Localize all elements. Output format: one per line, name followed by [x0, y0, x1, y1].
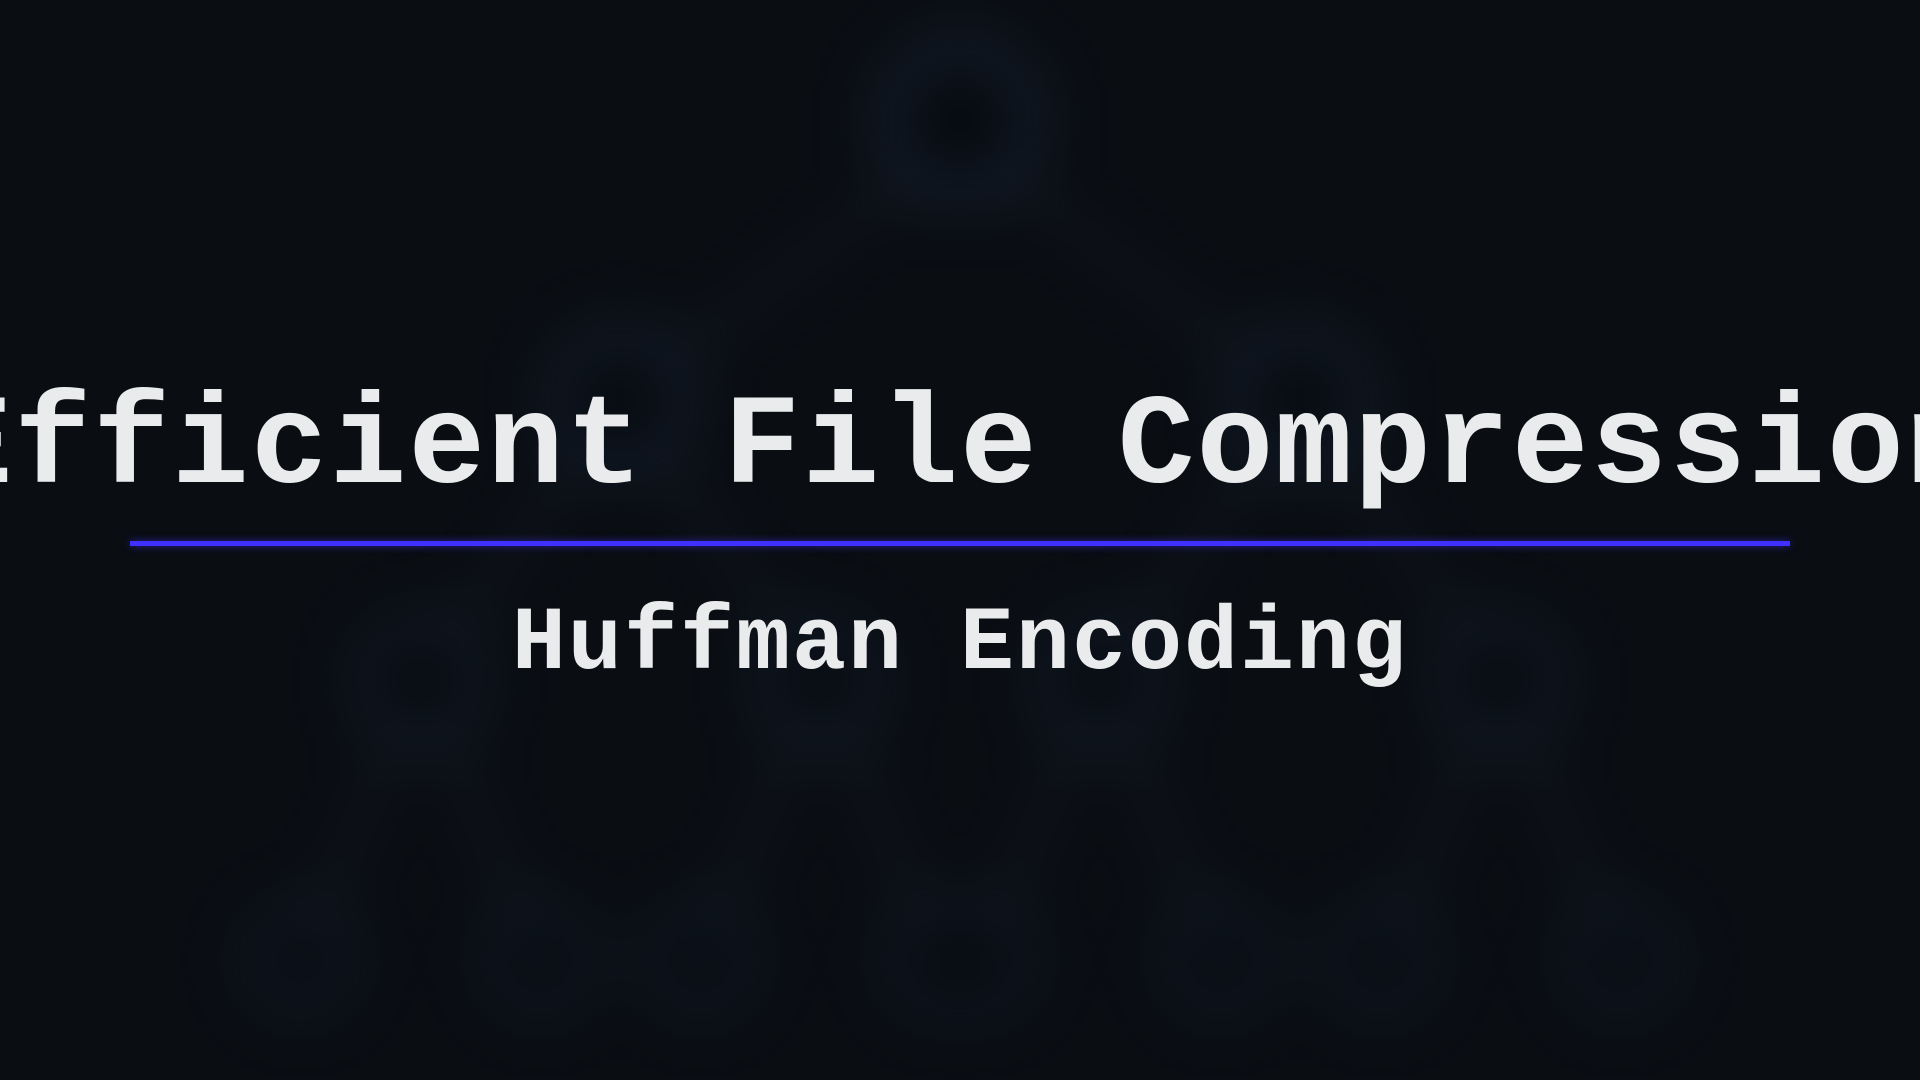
title-underline	[130, 541, 1790, 546]
slide-content: Efficient File Compression Huffman Encod…	[0, 385, 1920, 696]
slide-subtitle: Huffman Encoding	[512, 594, 1408, 696]
slide-title: Efficient File Compression	[0, 385, 1920, 513]
